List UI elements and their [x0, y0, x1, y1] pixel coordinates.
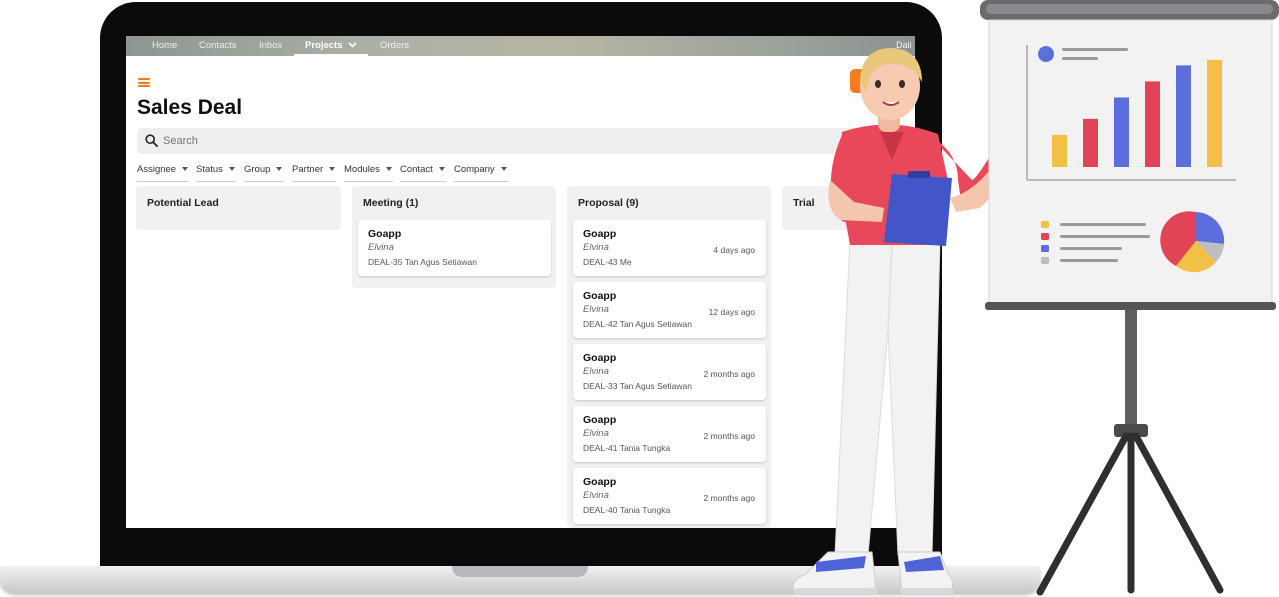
card-deal-id: DEAL-42 Tan Agus Setiawan [583, 319, 692, 329]
nav-inbox[interactable]: Inbox [259, 36, 282, 56]
card-contact: Elvina [583, 366, 609, 377]
card-timestamp: 2 months ago [703, 493, 755, 503]
caret-down-icon [228, 167, 235, 172]
card-deal-id: DEAL-40 Tania Tungka [583, 505, 671, 515]
nav-orders[interactable]: Orders [380, 36, 409, 56]
board-bar [1114, 97, 1129, 167]
card-company: Goapp [583, 352, 617, 364]
caret-down-icon [276, 167, 283, 172]
right-shoe [897, 551, 954, 594]
menu-icon[interactable] [138, 78, 150, 87]
legend-swatch [1041, 221, 1049, 228]
filter-label: Modules [344, 164, 380, 175]
filter-label: Partner [292, 164, 324, 175]
board-bar [1176, 65, 1191, 167]
nav-projects[interactable]: Projects [294, 36, 368, 56]
page-title: Sales Deal [137, 96, 243, 119]
search-input[interactable] [163, 128, 763, 154]
board-bar [1083, 118, 1098, 167]
legend-swatch [1041, 257, 1049, 264]
nav-home[interactable]: Home [152, 36, 177, 56]
filter-label: Status [196, 164, 223, 175]
card-contact: Elvina [583, 428, 609, 439]
board-bar [1052, 134, 1067, 167]
filter-company[interactable]: Company [454, 161, 509, 182]
column-potential-lead: Potential Lead [136, 186, 341, 230]
filter-label: Assignee [137, 164, 177, 175]
deal-card[interactable]: Goapp Elvina DEAL-43 Me 4 days ago [573, 220, 766, 276]
card-deal-id: DEAL-41 Tania Tungka [583, 443, 671, 453]
card-timestamp: 4 days ago [713, 245, 755, 255]
presenter-illustration [792, 48, 1000, 594]
card-deal-id: DEAL-35 Tan Agus Setiawan [368, 257, 477, 267]
legend-dot [1038, 46, 1054, 62]
filter-group[interactable]: Group [244, 161, 284, 182]
board-bar [1145, 81, 1160, 167]
column-title: Proposal (9) [578, 197, 639, 209]
card-contact: Elvina [583, 490, 609, 501]
legend-swatch [1041, 245, 1049, 252]
caret-down-icon [500, 167, 507, 172]
caret-down-icon [438, 167, 445, 172]
chevron-down-icon [348, 42, 357, 49]
filter-label: Group [244, 164, 271, 175]
deal-card[interactable]: Goapp Elvina DEAL-42 Tan Agus Setiawan 1… [573, 282, 766, 338]
card-contact: Elvina [583, 242, 609, 253]
filter-contact[interactable]: Contact [400, 161, 446, 182]
card-timestamp: 2 months ago [703, 369, 755, 379]
column-proposal: Proposal (9) Goapp Elvina DEAL-43 Me 4 d… [567, 186, 771, 528]
filter-status[interactable]: Status [196, 161, 236, 182]
caret-down-icon [329, 167, 336, 172]
presentation-board-illustration [980, 0, 1279, 596]
filter-label: Contact [400, 164, 433, 175]
deal-card[interactable]: Goapp Elvina DEAL-33 Tan Agus Setiawan 2… [573, 344, 766, 400]
column-title: Meeting (1) [363, 197, 419, 209]
filter-assignee[interactable]: Assignee [137, 161, 189, 182]
card-contact: Elvina [368, 242, 394, 253]
card-contact: Elvina [583, 304, 609, 315]
card-company: Goapp [583, 290, 617, 302]
card-company: Goapp [583, 414, 617, 426]
deal-card[interactable]: Goapp Elvina DEAL-40 Tania Tungka 2 mont… [573, 468, 766, 524]
deal-card[interactable]: Goapp Elvina DEAL-41 Tania Tungka 2 mont… [573, 406, 766, 462]
card-company: Goapp [368, 228, 402, 240]
legend-swatch [1041, 233, 1049, 240]
search-icon [145, 134, 158, 147]
filter-modules[interactable]: Modules [344, 161, 393, 182]
left-shoe [792, 551, 878, 594]
card-company: Goapp [583, 476, 617, 488]
nav-contacts[interactable]: Contacts [199, 36, 237, 56]
clipboard-icon [884, 171, 952, 246]
laptop-notch [452, 566, 588, 577]
card-deal-id: DEAL-33 Tan Agus Setiawan [583, 381, 692, 391]
board-bar [1207, 60, 1222, 167]
caret-down-icon [182, 167, 189, 172]
card-timestamp: 12 days ago [708, 307, 755, 317]
nav-projects-label: Projects [305, 40, 343, 51]
filter-partner[interactable]: Partner [292, 161, 336, 182]
card-timestamp: 2 months ago [703, 431, 755, 441]
deal-card[interactable]: Goapp Elvina DEAL-35 Tan Agus Setiawan [358, 220, 551, 276]
column-meeting: Meeting (1) Goapp Elvina DEAL-35 Tan Agu… [352, 186, 556, 288]
card-company: Goapp [583, 228, 617, 240]
filter-label: Company [454, 164, 495, 175]
column-title: Potential Lead [147, 197, 219, 209]
caret-down-icon [385, 167, 392, 172]
card-deal-id: DEAL-43 Me [583, 257, 632, 267]
